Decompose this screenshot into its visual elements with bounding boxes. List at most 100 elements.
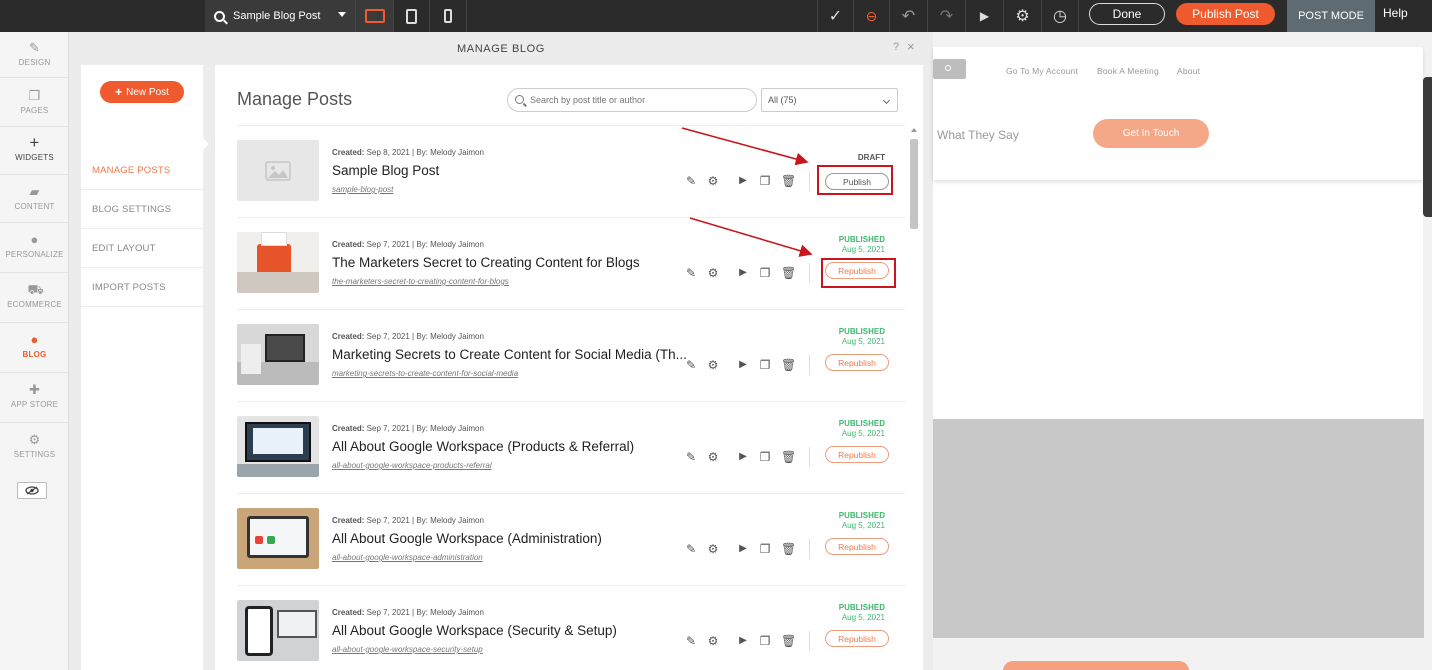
chat-icon: ● [30,332,39,347]
tablet-view-button[interactable] [393,0,429,32]
sidebar-item-personalize[interactable]: ● PERSONALIZE [0,232,69,259]
eye-icon [25,486,39,495]
sidebar-item-widgets[interactable]: + WIDGETS [0,133,69,162]
clock-icon: ◷ [1053,8,1067,25]
check-icon: ✓ [828,8,843,25]
sidebar-item-content[interactable]: ▰ CONTENT [0,184,69,211]
blog-subnav: + New Post MANAGE POSTS BLOG SETTINGS ED… [81,65,203,670]
manage-posts-main: Manage Posts All (75) Created: Sep 8, 20… [215,65,923,670]
zoom-button[interactable]: ⊖ [853,0,889,32]
sidebar-item-app-store[interactable]: ✚ APP STORE [0,382,69,409]
divider [0,174,69,175]
divider [0,222,69,223]
sidebar-item-label: CONTENT [14,202,55,211]
sidebar-item-ecommerce[interactable]: ⛟ ECOMMERCE [0,282,69,309]
sidebar-item-label: BLOG [22,350,47,359]
preview-nav-link[interactable]: About [1177,66,1200,76]
top-toolbar: Sample Blog Post ✓ ⊖ ↶ ↷ ▶ ⚙ ◷ Done Publ… [0,0,1432,32]
annotation-arrow [681,127,809,166]
search-icon [214,10,225,22]
sidebar-item-pages[interactable]: ❐ PAGES [0,88,69,115]
sidebar-item-settings[interactable]: ⚙ SETTINGS [0,432,69,459]
scrollbar-thumb[interactable] [910,139,918,229]
sidebar-item-blog[interactable]: ● BLOG [0,332,69,359]
sidebar-item-label: ECOMMERCE [7,300,62,309]
sidebar-item-label: APP STORE [10,400,59,409]
check-button[interactable]: ✓ [817,0,853,32]
site-preview: Go To My Account Book A Meeting About Wh… [933,32,1432,670]
annotation-arrow [689,217,813,257]
preview-nav-link[interactable]: Go To My Account [1006,66,1078,76]
history-button[interactable]: ◷ [1041,0,1079,32]
post-list-scrollbar[interactable] [908,125,920,670]
sidebar-item-design[interactable]: ✎ DESIGN [0,40,69,67]
sidebar-item-label: PERSONALIZE [5,250,64,259]
page-selector-label: Sample Blog Post [233,10,321,22]
redo-button[interactable]: ↷ [927,0,965,32]
help-link[interactable]: Help [1383,6,1408,20]
preview-page: Go To My Account Book A Meeting About Wh… [933,47,1423,419]
done-button[interactable]: Done [1089,3,1165,25]
folder-icon: ▰ [29,184,40,199]
new-post-button[interactable]: + New Post [100,81,184,103]
mobile-icon [444,9,452,23]
subnav-item-edit-layout[interactable]: EDIT LAYOUT [81,229,203,268]
tablet-icon [406,8,417,24]
preview-bottom-button[interactable] [1003,661,1189,670]
panel-help-button[interactable]: ? [893,41,899,53]
person-icon: ● [30,232,39,247]
plus-icon: + [115,85,123,99]
divider [0,126,69,127]
sidebar-item-label: WIDGETS [15,153,54,162]
zoom-out-icon: ⊖ [865,7,878,24]
sidebar-item-label: DESIGN [18,58,51,67]
sidebar-item-label: SETTINGS [13,450,56,459]
panel-title: MANAGE BLOG [457,43,545,55]
divider [0,272,69,273]
new-post-label: New Post [126,86,169,98]
subnav-item-blog-settings[interactable]: BLOG SETTINGS [81,190,203,229]
undo-button[interactable]: ↶ [889,0,927,32]
page-selector[interactable]: Sample Blog Post [205,0,355,32]
annotation-arrows [681,127,813,257]
manage-blog-panel: MANAGE BLOG ? × + New Post MANAGE POSTS … [69,32,933,670]
divider [0,322,69,323]
preview-search-button[interactable] [933,59,966,79]
desktop-view-button[interactable] [355,0,393,32]
preview-gray-section [933,419,1424,638]
divider [0,372,69,373]
desktop-icon [364,9,385,23]
preview-heading: What They Say [937,128,1019,142]
cart-icon: ⛟ [27,282,45,297]
preview-toggle-button[interactable] [17,482,47,499]
post-mode-button[interactable]: POST MODE [1287,0,1375,32]
publish-post-button[interactable]: Publish Post [1176,3,1275,25]
chevron-down-icon [338,12,346,17]
settings-button[interactable]: ⚙ [1003,0,1041,32]
brush-icon: ✎ [28,40,41,55]
preview-nav-link[interactable]: Book A Meeting [1097,66,1159,76]
subnav-item-import-posts[interactable]: IMPORT POSTS [81,268,203,307]
plus-icon: + [29,133,40,152]
sidebar-item-label: PAGES [20,106,49,115]
pages-icon: ❐ [28,88,41,103]
scroll-up-icon[interactable] [911,128,917,132]
gear-icon: ⚙ [28,432,41,447]
gear-icon: ⚙ [1015,8,1030,25]
close-icon[interactable]: × [907,39,915,54]
mobile-view-button[interactable] [429,0,467,32]
preview-button[interactable]: ▶ [965,0,1003,32]
subnav-active-pointer [203,138,209,150]
undo-icon: ↶ [901,8,916,25]
search-icon [945,65,951,71]
divider [0,422,69,423]
divider [0,77,69,78]
left-sidebar: ✎ DESIGN ❐ PAGES + WIDGETS ▰ CONTENT ● P… [0,32,69,670]
preview-side-rail[interactable] [1423,77,1432,217]
play-icon: ▶ [979,9,990,23]
get-in-touch-button[interactable]: Get In Touch [1093,119,1209,148]
preview-header: Go To My Account Book A Meeting About Wh… [933,47,1423,180]
subnav-item-manage-posts[interactable]: MANAGE POSTS [81,151,203,190]
redo-icon: ↷ [939,8,954,25]
puzzle-icon: ✚ [28,382,41,397]
